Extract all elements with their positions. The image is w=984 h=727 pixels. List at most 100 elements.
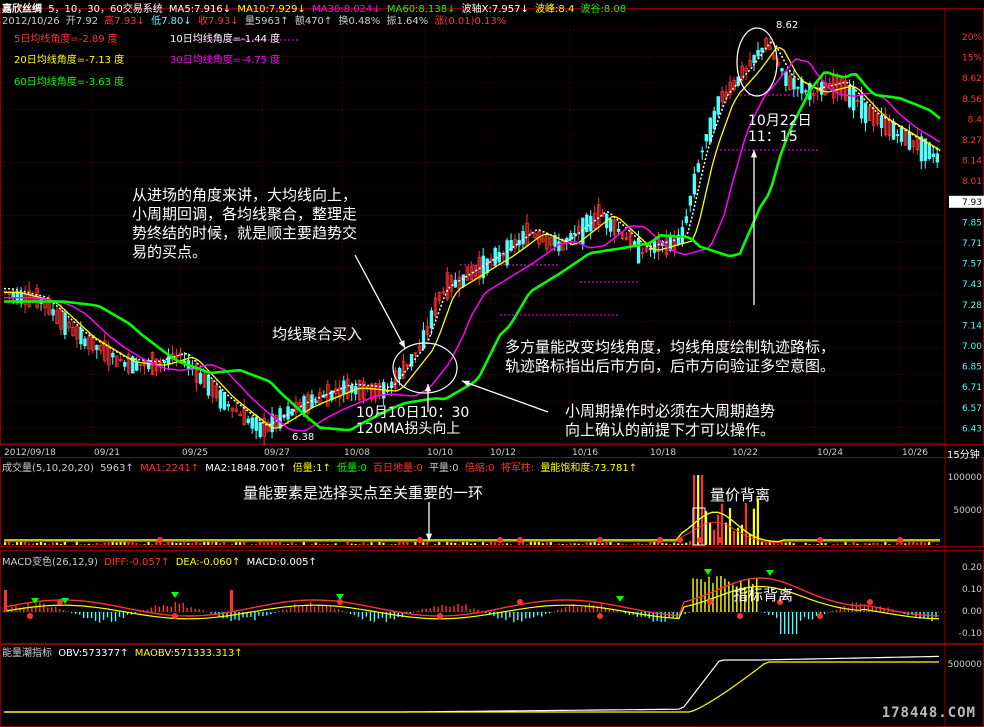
date-tick-label: 10/10 (427, 448, 453, 458)
volume-bar (326, 544, 329, 545)
price-tick-label: 7.00 (962, 342, 982, 352)
volume-bar (593, 541, 596, 545)
volume-bar (517, 543, 521, 545)
volume-bar (732, 530, 736, 545)
candle-body (891, 121, 896, 140)
volume-bar (573, 543, 576, 545)
macd-signal-dot (57, 599, 63, 605)
wave-peak: 波峰:8.4 (535, 4, 575, 15)
candle-body (796, 86, 800, 89)
volume-bar (836, 543, 839, 545)
volume-signal-dot (817, 537, 823, 543)
volume-angle-line-1: 多方量能改变均线角度，均线角度绘制轨迹路标， (505, 338, 836, 356)
volume-bar (541, 543, 544, 545)
candle-body (557, 241, 561, 252)
candle-body (206, 374, 211, 396)
volume-bar (832, 544, 835, 545)
obv-panel-header: 能量潮指标 OBV:573377↑ MAOBV:571333.313↑ (2, 644, 246, 659)
candle-body (931, 153, 936, 158)
volume-100day-low: 百日地量:0 (373, 463, 423, 474)
volume-bar (454, 543, 457, 545)
volume-bar (135, 543, 138, 545)
candle-body (696, 163, 701, 172)
volume-bar (394, 544, 397, 545)
candle-body (684, 216, 689, 223)
volume-bar (462, 542, 465, 545)
candle-body (254, 417, 258, 431)
high-price-mark: 8.62 (776, 20, 799, 31)
volume-signal-dot (157, 537, 163, 543)
volume-low: 低量:0 (337, 463, 367, 474)
entry-arrow (354, 254, 406, 349)
candle-body (780, 68, 784, 72)
volume-bar (880, 544, 883, 545)
volume-bar (290, 542, 293, 545)
candle-body (895, 134, 900, 136)
volume-bar (175, 543, 178, 545)
volume-bar (466, 542, 469, 545)
macd-buy-arrow (766, 570, 774, 576)
volume-bar (382, 542, 385, 545)
volume-bar (330, 544, 333, 545)
volume-axis-label: 50000 (953, 506, 982, 516)
small-cycle-arrow (461, 380, 549, 413)
macd-axis-label: 0.10 (962, 585, 982, 595)
volume-bar (908, 542, 911, 545)
converge-buy-label: 均线聚合买入 (272, 325, 363, 343)
entry-line-2: 小周期回调，各均线聚合，整理走 (132, 205, 358, 223)
candle-body (752, 54, 756, 64)
volume-bar (617, 543, 620, 545)
volume-bar (155, 541, 158, 545)
volume-bar (896, 542, 899, 545)
obv-value: OBV:573377↑ (58, 648, 129, 659)
macd-signal-dot (172, 613, 178, 619)
date-tick-label: 10/16 (572, 448, 598, 458)
oct22-annotation: 10月22日 11：15 (748, 113, 812, 145)
angle-ma5: 5日均线角度=-2.89 度 (14, 34, 118, 45)
volume-bar (390, 544, 393, 545)
volume-bar (489, 541, 493, 545)
candle-body (51, 309, 55, 316)
volume-bar (278, 542, 282, 545)
angle-ma60: 60日均线角度=-3.63 度 (14, 77, 125, 88)
volume-bar (928, 542, 931, 545)
candle-body (859, 95, 864, 119)
volume-bar (872, 542, 875, 545)
maobv-value: MAOBV:571333.313↑ (134, 648, 243, 659)
candle-body (804, 90, 808, 93)
angle-ma10: 10日均线角度=-1.44 度 (170, 34, 281, 45)
candle-body (851, 87, 856, 111)
volume-bar (203, 541, 206, 545)
date-tick-label: 10/22 (732, 448, 758, 458)
candle-body (218, 390, 223, 409)
entry-line-1: 从进场的角度来讲，大均线向上， (132, 186, 358, 204)
candle-body (652, 240, 657, 253)
candle-body (79, 327, 83, 345)
macd-buy-arrow (704, 569, 712, 575)
low-price-mark: 6.38 (292, 432, 315, 443)
volume-bar (322, 543, 325, 545)
period-label: 15分钟 (947, 450, 980, 461)
date-tick-label: 10/24 (817, 448, 843, 458)
volume-bar (844, 542, 847, 545)
price-tick-label: 7.28 (962, 301, 982, 311)
candle-body (250, 417, 254, 429)
volume-signal-dot (897, 537, 903, 543)
volume-bar (438, 541, 441, 545)
volume-signal-dot (417, 537, 423, 543)
candle-body (286, 406, 290, 420)
volume-ma1-line (4, 511, 940, 543)
volume-bar (358, 543, 361, 545)
volume-bar (545, 542, 548, 545)
volume-bar (856, 543, 859, 545)
volume-bar (816, 543, 819, 545)
volume-bar (274, 542, 278, 545)
volume-bar (51, 542, 54, 545)
candle-body (636, 237, 641, 264)
price-tick-label: 8.56 (962, 95, 982, 105)
oct10-arrow-head (424, 384, 432, 392)
volume-bar (167, 541, 170, 545)
candle-body (907, 132, 912, 150)
candle-body (11, 291, 15, 298)
candle-body (756, 49, 760, 57)
